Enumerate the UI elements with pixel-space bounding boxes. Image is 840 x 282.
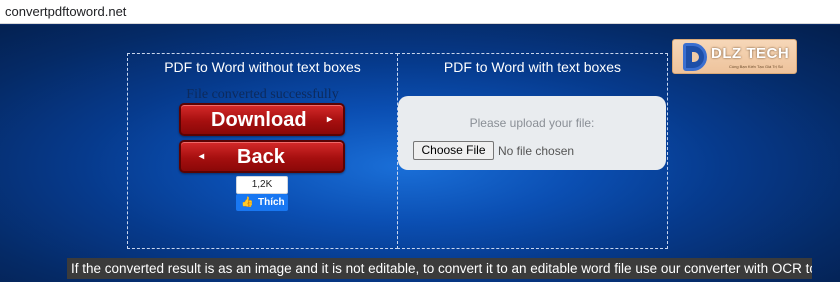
back-button-label: Back — [237, 146, 285, 168]
logo-tagline: Cùng Bạn Kiến Tạo Giá Trị Số — [729, 64, 783, 69]
back-button[interactable]: ◂ Back — [179, 140, 345, 173]
browser-url-bar[interactable]: convertpdftoword.net — [0, 0, 840, 24]
download-button-label: Download — [211, 109, 307, 131]
page-content: DLZ TECH Cùng Bạn Kiến Tạo Giá Trị Số PD… — [0, 25, 840, 282]
logo-name: DLZ TECH — [711, 45, 790, 62]
facebook-like-button[interactable]: 👍 Thích — [236, 194, 288, 211]
choose-file-button[interactable]: Choose File — [413, 141, 494, 160]
dlz-logo-icon — [683, 43, 707, 71]
panel-without-text-boxes: PDF to Word without text boxes File conv… — [127, 53, 398, 249]
panel-title-with-text-boxes: PDF to Word with text boxes — [443, 59, 622, 75]
panel-with-text-boxes: PDF to Word with text boxes Please uploa… — [397, 53, 668, 249]
url-text[interactable]: convertpdftoword.net — [5, 4, 126, 19]
upload-form: Please upload your file: Choose File No … — [398, 96, 666, 170]
no-file-chosen-text: No file chosen — [498, 144, 575, 158]
thumbs-up-icon: 👍 — [241, 197, 254, 208]
ocr-hint-banner: If the converted result is as an image a… — [67, 258, 812, 279]
panel-title-without-text-boxes: PDF to Word without text boxes — [164, 59, 361, 75]
conversion-status: File converted successfully — [186, 87, 339, 102]
upload-prompt: Please upload your file: — [469, 116, 595, 130]
like-count-badge: 1,2K — [236, 176, 288, 194]
chevron-left-icon: ◂ — [199, 151, 205, 162]
chevron-right-icon: ▸ — [327, 114, 333, 125]
download-button[interactable]: Download ▸ — [179, 103, 345, 136]
like-button-label: Thích — [258, 197, 285, 208]
dlz-tech-logo: DLZ TECH Cùng Bạn Kiến Tạo Giá Trị Số — [672, 39, 797, 74]
